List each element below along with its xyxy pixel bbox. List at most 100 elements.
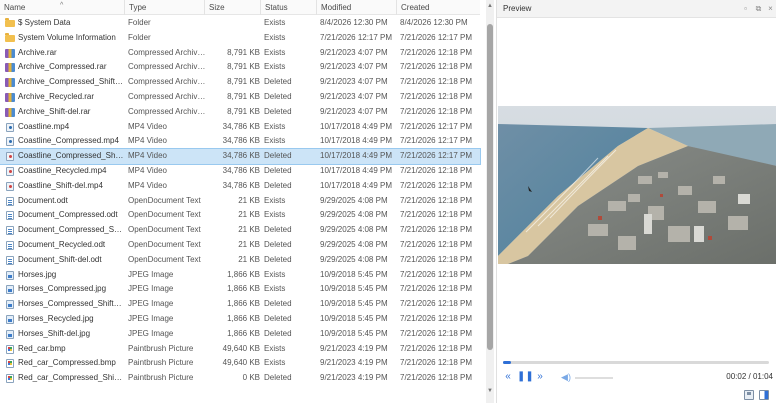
table-row[interactable]: Coastline_Recycled.mp4 MP4 Video 34,786 KB… (0, 164, 480, 179)
file-modified: 10/17/2018 4:49 PM (320, 180, 393, 190)
file-type: Compressed Archive... (128, 62, 206, 72)
file-created: 7/21/2026 12:18 PM (400, 210, 473, 220)
table-row[interactable]: Horses_Compressed.jpg JPEG Image 1,866 KB E… (0, 282, 480, 297)
file-size: 21 KB (238, 195, 260, 205)
file-name: Document_Compressed_Shift-... (18, 225, 124, 235)
video-frame[interactable] (498, 106, 776, 264)
file-modified: 10/9/2018 5:45 PM (320, 299, 388, 309)
file-modified: 9/21/2023 4:07 PM (320, 62, 388, 72)
file-created: 7/21/2026 12:18 PM (400, 358, 473, 368)
file-status: Deleted (264, 91, 292, 101)
file-type: JPEG Image (128, 269, 174, 279)
file-modified: 9/29/2025 4:08 PM (320, 254, 388, 264)
table-row[interactable]: Horses_Recycled.jpg JPEG Image 1,866 KB Del… (0, 312, 480, 327)
table-row[interactable]: Coastline_Compressed_Shift-d... MP4 Video… (0, 148, 481, 165)
table-row[interactable]: Coastline_Compressed.mp4 MP4 Video 34,786 … (0, 134, 480, 149)
file-created: 7/21/2026 12:18 PM (400, 77, 473, 87)
file-status: Deleted (264, 239, 292, 249)
table-row[interactable]: System Volume Information Folder Exists 7/2… (0, 31, 480, 46)
seek-bar[interactable] (503, 361, 769, 364)
file-created: 7/21/2026 12:18 PM (400, 91, 473, 101)
table-row[interactable]: $ System Data Folder Exists 8/4/2026 12:30 … (0, 16, 480, 31)
table-row[interactable]: Document_Compressed_Shift-... OpenDocumen… (0, 223, 480, 238)
table-row[interactable]: Coastline_Shift-del.mp4 MP4 Video 34,786 K… (0, 179, 480, 194)
rewind-icon[interactable]: « (501, 370, 515, 384)
table-row[interactable]: Document_Compressed.odt OpenDocument Text… (0, 208, 480, 223)
file-name: Horses.jpg (18, 269, 57, 279)
file-size: 1,866 KB (227, 299, 260, 309)
column-header-modified-label: Modified (321, 3, 352, 12)
column-header-type[interactable]: Type (124, 0, 204, 15)
column-header-status[interactable]: Status (260, 0, 316, 15)
preview-title: Preview (503, 4, 532, 13)
file-type: MP4 Video (128, 121, 167, 131)
close-icon[interactable]: × (766, 4, 775, 13)
panel-layout-icon[interactable] (759, 390, 769, 400)
table-row[interactable]: Archive_Compressed_Shift-del... Compresse… (0, 75, 480, 90)
table-row[interactable]: Red_car.bmp Paintbrush Picture 49,640 KB Ex… (0, 342, 480, 357)
video-file-icon (6, 152, 14, 162)
file-type: Compressed Archive... (128, 106, 206, 116)
file-modified: 10/9/2018 5:45 PM (320, 284, 388, 294)
file-created: 7/21/2026 12:18 PM (400, 239, 473, 249)
video-file-icon (6, 166, 14, 176)
file-name: Document_Compressed.odt (18, 210, 118, 220)
table-row[interactable]: Archive_Recycled.rar Compressed Archive..… (0, 90, 480, 105)
file-modified: 9/21/2023 4:07 PM (320, 77, 388, 87)
document-file-icon (6, 255, 14, 265)
file-status: Exists (264, 121, 286, 131)
file-size: 21 KB (238, 225, 260, 235)
table-row[interactable]: Archive_Shift-del.rar Compressed Archive.… (0, 105, 480, 120)
file-size: 0 KB (242, 373, 260, 383)
file-status: Exists (264, 136, 286, 146)
table-row[interactable]: Document_Shift-del.odt OpenDocument Text 2… (0, 253, 480, 268)
file-modified: 10/17/2018 4:49 PM (320, 165, 393, 175)
file-name: Horses_Compressed_Shift-del... (18, 299, 124, 309)
table-row[interactable]: Coastline.mp4 MP4 Video 34,786 KB Exists 10/… (0, 120, 480, 135)
archive-icon (5, 92, 15, 102)
document-file-icon (6, 196, 14, 206)
file-status: Exists (264, 18, 286, 27)
file-type: Compressed Archive... (128, 47, 206, 57)
table-row[interactable]: Document.odt OpenDocument Text 21 KB Exists… (0, 194, 480, 209)
file-created: 7/21/2026 12:18 PM (400, 254, 473, 264)
restore-icon[interactable]: ▫ (741, 4, 750, 13)
pause-icon[interactable]: ❚❚ (517, 370, 534, 384)
scrollbar-thumb[interactable] (487, 24, 493, 350)
column-header-created[interactable]: Created (396, 0, 480, 15)
table-row[interactable]: Archive.rar Compressed Archive... 8,791 KB… (0, 46, 480, 61)
file-name: Archive_Compressed.rar (18, 62, 107, 72)
popout-icon[interactable]: ⧉ (754, 4, 763, 13)
column-header-size[interactable]: Size (204, 0, 260, 15)
table-row[interactable]: Horses_Shift-del.jpg JPEG Image 1,866 KB De… (0, 327, 480, 342)
table-row[interactable]: Archive_Compressed.rar Compressed Archive… (0, 60, 480, 75)
file-modified: 9/21/2023 4:19 PM (320, 373, 388, 383)
file-status: Deleted (264, 299, 292, 309)
table-row[interactable]: Red_car_Compressed_Shift-del... Paintbrus… (0, 371, 480, 386)
column-header-modified[interactable]: Modified (316, 0, 396, 15)
table-row[interactable]: Document_Recycled.odt OpenDocument Text 21… (0, 238, 480, 253)
scroll-up-icon[interactable]: ▲ (487, 3, 493, 15)
file-name: Coastline_Compressed_Shift-d... (18, 151, 124, 161)
volume-icon[interactable]: ◀) (559, 370, 573, 384)
fast-forward-icon[interactable]: » (533, 370, 547, 384)
file-modified: 9/21/2023 4:19 PM (320, 343, 388, 353)
file-created: 7/21/2026 12:18 PM (400, 313, 473, 323)
vertical-scrollbar[interactable]: ▲ ▼ (486, 0, 494, 403)
file-name: Horses_Compressed.jpg (18, 284, 107, 294)
table-row[interactable]: Horses_Compressed_Shift-del... JPEG Image… (0, 297, 480, 312)
column-header-name[interactable]: Name ^ (0, 0, 124, 15)
file-name: Red_car_Compressed_Shift-del... (18, 373, 124, 383)
file-type: Folder (128, 18, 151, 27)
file-type: JPEG Image (128, 284, 174, 294)
save-icon[interactable] (744, 390, 754, 400)
scroll-down-icon[interactable]: ▼ (487, 388, 493, 400)
file-name: Document_Shift-del.odt (18, 254, 102, 264)
table-row[interactable]: Horses.jpg JPEG Image 1,866 KB Exists 10/9/2… (0, 268, 480, 283)
image-file-icon (6, 329, 14, 339)
file-type: MP4 Video (128, 180, 167, 190)
file-type: MP4 Video (128, 165, 167, 175)
volume-slider[interactable] (575, 377, 613, 379)
file-size: 49,640 KB (222, 343, 260, 353)
table-row[interactable]: Red_car_Compressed.bmp Paintbrush Picture… (0, 356, 480, 371)
